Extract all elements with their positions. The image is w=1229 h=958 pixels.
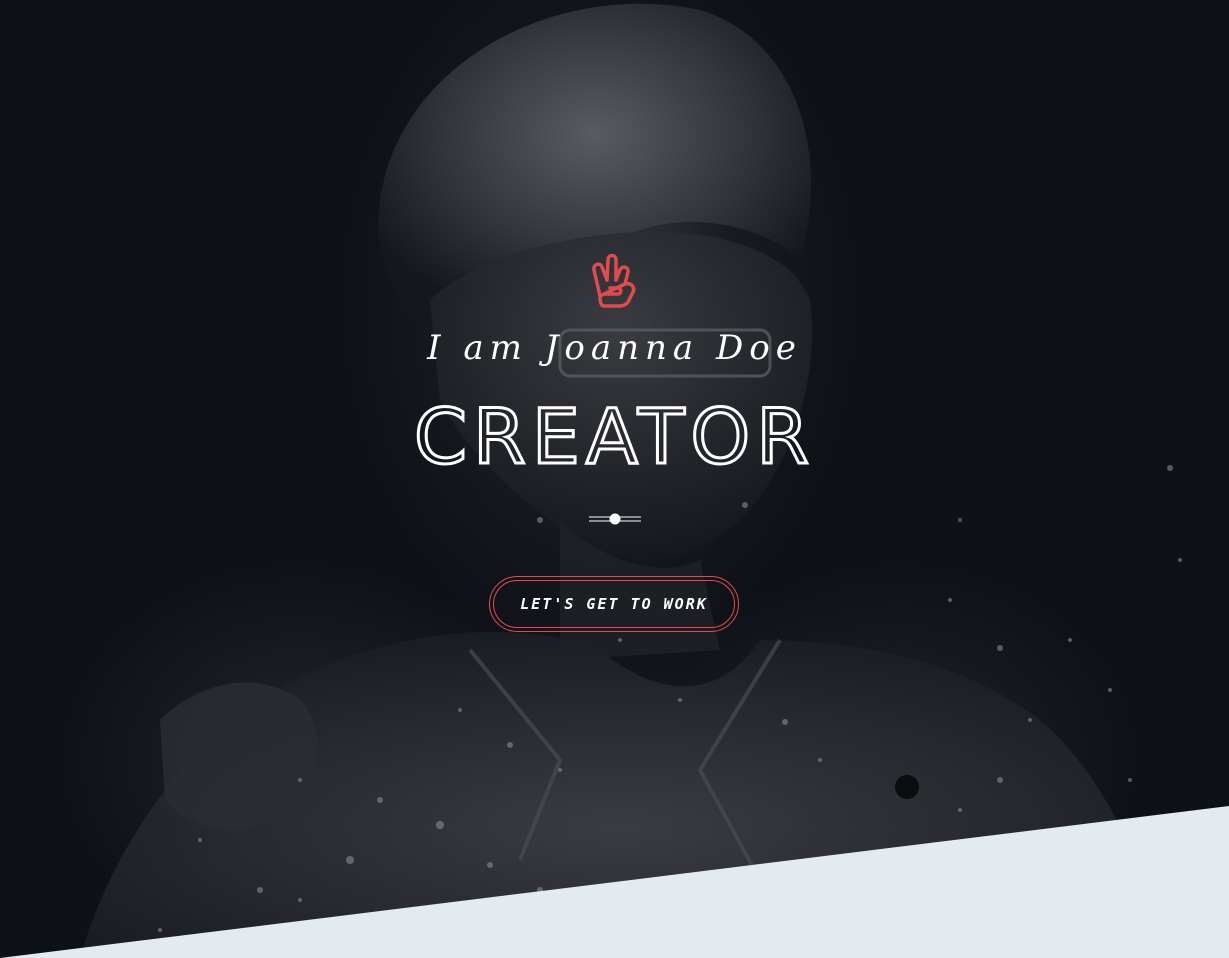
- section-divider-slant: [0, 806, 1229, 958]
- hero-section: I am Joanna Doe CREATOR LET'S GET TO WOR…: [0, 0, 1229, 958]
